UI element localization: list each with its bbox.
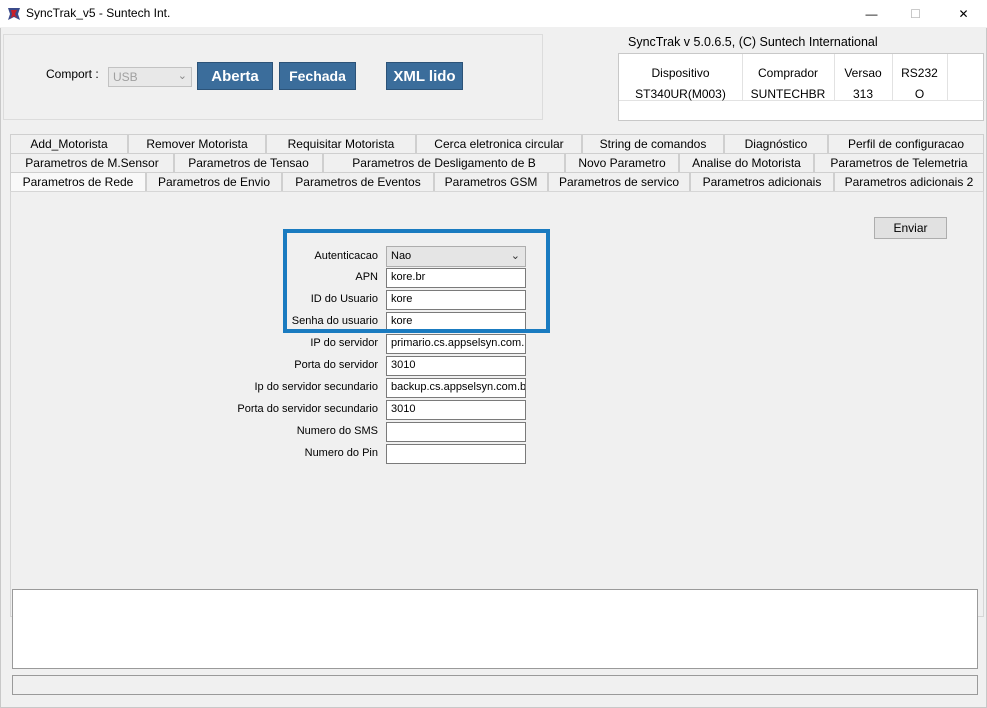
tab-novo-parametro[interactable]: Novo Parametro [565,153,679,172]
tab-row-1: Add_Motorista Remover Motorista Requisit… [10,134,984,153]
tab-diagnostico[interactable]: Diagnóstico [724,134,828,153]
server-port-input[interactable]: 3010 [386,356,526,376]
tab-parametros-servico[interactable]: Parametros de servico [548,172,690,191]
tab-parametros-envio[interactable]: Parametros de Envio [146,172,282,191]
value-versao: 313 [852,87,874,101]
tab-telemetria[interactable]: Parametros de Telemetria [814,153,984,172]
header-dispositivo: Dispositivo [651,66,710,80]
tab-parametros-gsm[interactable]: Parametros GSM [434,172,548,191]
title-bar: SyncTrak_v5 - Suntech Int. — ☐ ✕ [0,0,987,28]
header-versao: Versao [844,66,882,80]
tab-parametros-adicionais-2[interactable]: Parametros adicionais 2 [834,172,984,191]
tab-tensao[interactable]: Parametros de Tensao [174,153,323,172]
comport-value: USB [113,70,138,84]
status-bar [12,675,978,695]
server-port2-label: Porta do servidor secundario [237,403,378,415]
tab-desligamento[interactable]: Parametros de Desligamento de B [323,153,565,172]
server-ip-input[interactable]: primario.cs.appselsyn.com. [386,334,526,354]
tab-parametros-eventos[interactable]: Parametros de Eventos [282,172,434,191]
pin-number-label: Numero do Pin [304,447,378,459]
tab-parametros-adicionais[interactable]: Parametros adicionais [690,172,834,191]
tab-row-3: Parametros de Rede Parametros de Envio P… [10,172,984,191]
value-dispositivo: ST340UR(M003) [635,87,726,101]
tab-row-2: Parametros de M.Sensor Parametros de Ten… [10,153,984,172]
tab-parametros-rede[interactable]: Parametros de Rede [10,172,146,191]
header-comprador: Comprador [757,66,819,80]
tab-string-comandos[interactable]: String de comandos [582,134,724,153]
tab-perfil-configuracao[interactable]: Perfil de configuracao [828,134,984,153]
value-rs232: O [914,87,925,101]
sms-number-label: Numero do SMS [296,425,378,437]
xml-read-button[interactable]: XML lido [386,62,463,90]
maximize-button[interactable]: ☐ [894,0,937,28]
open-port-button[interactable]: Aberta [197,62,273,90]
app-icon [8,8,20,20]
server-ip2-label: Ip do servidor secundario [254,381,378,393]
highlight-box [283,229,550,333]
tab-m-sensor[interactable]: Parametros de M.Sensor [10,153,174,172]
log-textarea[interactable] [12,589,978,669]
window-title: SyncTrak_v5 - Suntech Int. [26,6,171,20]
header-rs232: RS232 [901,66,938,80]
tab-analise-motorista[interactable]: Analise do Motorista [679,153,814,172]
device-info-grid: Dispositivo Comprador Versao RS232 ST340… [618,53,985,121]
server-port2-input[interactable]: 3010 [386,400,526,420]
send-button[interactable]: Enviar [874,217,947,239]
server-ip-label: IP do servidor [310,337,378,349]
pin-number-input[interactable] [386,444,526,464]
value-comprador: SUNTECHBR [750,87,826,101]
close-button[interactable]: ✕ [942,0,985,28]
comport-select[interactable]: USB ⌄ [108,67,192,87]
close-port-button[interactable]: Fechada [279,62,356,90]
server-ip2-input[interactable]: backup.cs.appselsyn.com.b [386,378,526,398]
sms-number-input[interactable] [386,422,526,442]
minimize-button[interactable]: — [850,0,893,28]
server-port-label: Porta do servidor [294,359,378,371]
comport-panel: Comport : USB ⌄ Aberta Fechada XML lido [3,34,543,120]
tab-requisitar-motorista[interactable]: Requisitar Motorista [266,134,416,153]
tab-remover-motorista[interactable]: Remover Motorista [128,134,266,153]
comport-label: Comport : [46,67,99,81]
tab-cerca-eletronica[interactable]: Cerca eletronica circular [416,134,582,153]
client-area: Comport : USB ⌄ Aberta Fechada XML lido … [0,28,987,708]
tab-add-motorista[interactable]: Add_Motorista [10,134,128,153]
chevron-down-icon: ⌄ [177,70,187,82]
version-text: SyncTrak v 5.0.6.5, (C) Suntech Internat… [628,35,878,49]
